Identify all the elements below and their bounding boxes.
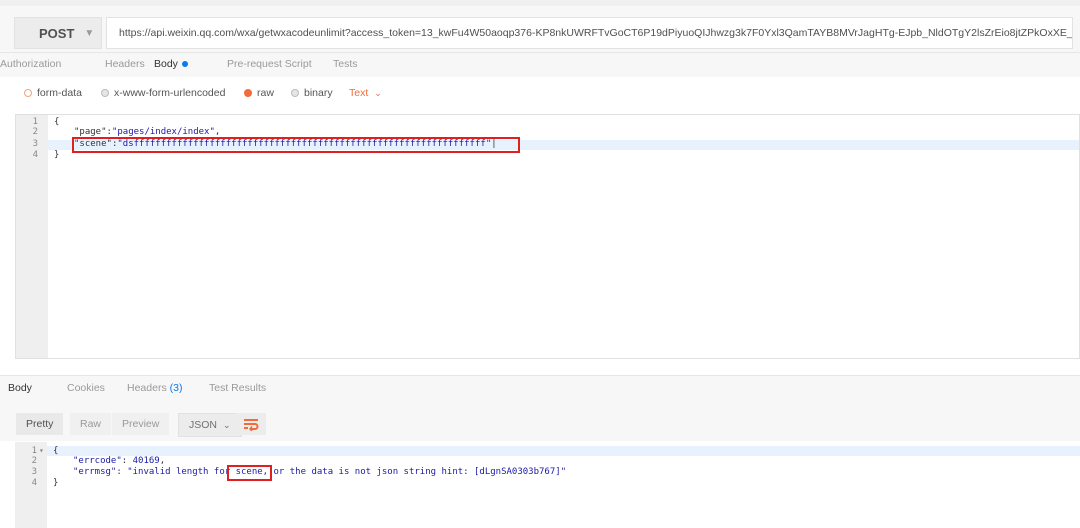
radio-form-data-label: form-data bbox=[37, 87, 82, 99]
chevron-down-icon: ⌄ bbox=[223, 420, 231, 430]
url-input[interactable]: https://api.weixin.qq.com/wxa/getwxacode… bbox=[106, 17, 1073, 49]
fold-arrow-icon[interactable]: ▾ bbox=[39, 446, 44, 455]
tab-authorization[interactable]: Authorization bbox=[0, 53, 61, 77]
resp-line-2: "errcode": 40169, bbox=[73, 456, 166, 466]
radio-icon bbox=[291, 89, 299, 97]
annotation-box bbox=[72, 137, 520, 153]
active-line-highlight bbox=[47, 446, 1080, 456]
json-string-part: "invalid length for bbox=[127, 467, 236, 477]
raw-button[interactable]: Raw bbox=[70, 413, 112, 435]
radio-urlencoded[interactable]: x-www-form-urlencoded bbox=[101, 87, 225, 99]
radio-icon bbox=[24, 89, 32, 97]
tab-test-results[interactable]: Test Results bbox=[209, 376, 266, 402]
json-key: "page" bbox=[74, 127, 107, 137]
chevron-down-icon: ⌄ bbox=[374, 87, 382, 98]
radio-binary[interactable]: binary bbox=[291, 87, 333, 99]
annotation-box bbox=[227, 465, 272, 481]
tab-tests[interactable]: Tests bbox=[333, 53, 358, 77]
pretty-button[interactable]: Pretty bbox=[16, 413, 64, 435]
json-key: "errcode" bbox=[73, 456, 122, 466]
code-line-4: } bbox=[54, 150, 60, 160]
tab-response-headers-label: Headers bbox=[127, 382, 167, 394]
code-line-1: { bbox=[54, 117, 60, 127]
wrap-lines-icon bbox=[244, 419, 259, 431]
json-number: 40169 bbox=[132, 456, 160, 466]
radio-selected-icon bbox=[244, 89, 252, 97]
text-mode-select[interactable]: Text ⌄ bbox=[349, 87, 382, 99]
line-number: 2 bbox=[32, 127, 38, 137]
format-select[interactable]: JSON ⌄ bbox=[178, 413, 242, 437]
wrap-lines-button[interactable] bbox=[236, 413, 266, 435]
resp-line-1: { bbox=[53, 446, 59, 456]
line-number: 3 bbox=[32, 139, 38, 149]
method-select[interactable]: POST ▼ bbox=[14, 17, 102, 49]
json-key: "errmsg" bbox=[73, 467, 117, 477]
response-body-viewer[interactable]: 1 ▾ 2 3 4 { "errcode": 40169, "errmsg": … bbox=[15, 442, 1080, 528]
resp-line-3: "errmsg": "invalid length for scene, or … bbox=[73, 467, 567, 477]
text-mode-label: Text bbox=[349, 87, 369, 99]
request-tabs: Authorization Headers Body Pre-request S… bbox=[0, 52, 1080, 79]
radio-urlencoded-label: x-www-form-urlencoded bbox=[114, 87, 226, 99]
line-number: 3 bbox=[31, 467, 37, 477]
response-view-toolbar: Pretty Raw Preview JSON ⌄ bbox=[0, 401, 1080, 441]
line-number: 1 bbox=[32, 117, 38, 127]
method-label: POST bbox=[39, 25, 75, 41]
line-number: 4 bbox=[32, 150, 38, 160]
modified-dot-icon bbox=[181, 61, 188, 68]
preview-button[interactable]: Preview bbox=[112, 413, 170, 435]
body-type-options: form-data x-www-form-urlencoded raw bina… bbox=[0, 77, 1080, 111]
resp-line-4: } bbox=[53, 478, 59, 488]
tab-response-body[interactable]: Body bbox=[8, 376, 32, 404]
response-tabs: Body Cookies Headers (3) Test Results bbox=[0, 375, 1080, 404]
tab-pre-request-script[interactable]: Pre-request Script bbox=[227, 53, 312, 77]
line-number: 1 bbox=[31, 446, 37, 456]
radio-icon bbox=[101, 89, 109, 97]
line-number: 4 bbox=[31, 478, 37, 488]
json-string: "pages/index/index" bbox=[111, 127, 215, 137]
url-text: https://api.weixin.qq.com/wxa/getwxacode… bbox=[119, 27, 1073, 39]
tab-body[interactable]: Body bbox=[152, 53, 190, 79]
format-label: JSON bbox=[189, 419, 218, 431]
tab-cookies[interactable]: Cookies bbox=[67, 376, 105, 402]
code-line-2: "page":"pages/index/index", bbox=[74, 127, 221, 137]
request-body-editor[interactable]: 1 2 3 4 { "page":"pages/index/index", "s… bbox=[15, 114, 1080, 359]
chevron-down-icon: ▼ bbox=[84, 27, 95, 39]
radio-raw-label: raw bbox=[257, 87, 274, 99]
headers-count-badge: (3) bbox=[169, 382, 183, 394]
tab-headers[interactable]: Headers bbox=[105, 53, 145, 77]
line-number: 2 bbox=[31, 456, 37, 466]
tab-body-label: Body bbox=[154, 58, 178, 70]
json-string-part: or the data is not json string hint: [dL… bbox=[268, 467, 567, 477]
radio-binary-label: binary bbox=[304, 87, 333, 99]
radio-raw[interactable]: raw bbox=[244, 87, 274, 99]
radio-form-data[interactable]: form-data bbox=[24, 87, 82, 99]
request-url-row: POST ▼ https://api.weixin.qq.com/wxa/get… bbox=[0, 6, 1080, 52]
tab-response-headers[interactable]: Headers (3) bbox=[127, 376, 182, 402]
